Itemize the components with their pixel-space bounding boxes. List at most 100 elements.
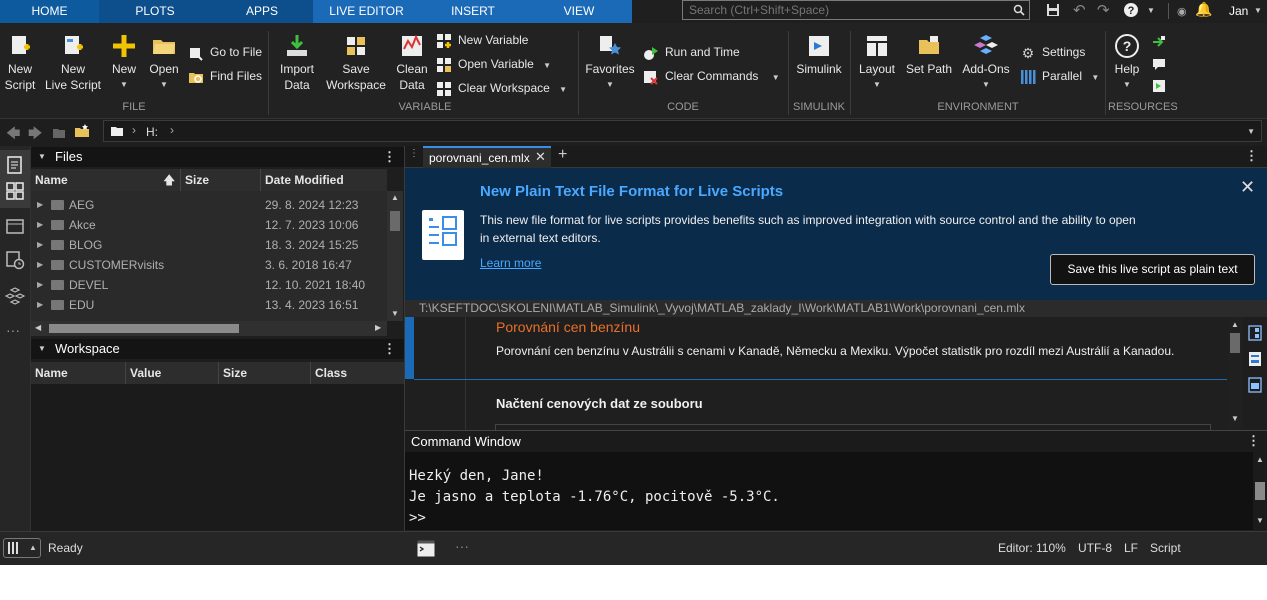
up-folder-icon[interactable] [52,125,66,139]
command-window-header[interactable]: Command Window ⋮ [405,430,1267,452]
scrollbar-thumb[interactable] [390,211,400,231]
expand-arrow-icon[interactable]: ▶ [37,295,43,315]
section-title[interactable]: Porovnání cen benzínu [496,319,640,335]
section-heading-load-data[interactable]: Načtení cenových dat ze souboru [496,396,703,411]
editor-zoom-status[interactable]: Editor: 110% [998,541,1066,555]
files-panel-menu-icon[interactable]: ⋮ [383,147,396,167]
open-variable-button[interactable]: Open Variable ▼ [436,55,551,73]
layout-button[interactable]: Layout ▼ [856,33,898,93]
user-name[interactable]: Jan [1229,4,1248,18]
tab-plots[interactable]: PLOTS [99,0,211,23]
user-menu-chevron-down-icon[interactable]: ▼ [1254,6,1262,15]
community-icon[interactable]: ◉ [1177,5,1187,18]
files-horizontal-scrollbar[interactable]: ◀ ▶ [31,321,387,336]
column-size[interactable]: Size [181,169,261,191]
search-icon[interactable] [1013,4,1025,16]
editor-tab[interactable]: porovnani_cen.mlx ✕ [423,146,551,168]
address-field[interactable]: › H: › ▼ [103,120,1262,142]
add-ons-cubes-icon[interactable] [5,286,25,306]
close-tab-icon[interactable]: ✕ [535,149,546,165]
simulink-button[interactable]: Simulink [794,33,844,77]
workspace-panel-header[interactable]: ▼ Workspace ⋮ [31,339,405,359]
panel-toggle-button[interactable]: ▲ [3,538,41,558]
column-class[interactable]: Class [311,362,405,384]
scroll-down-arrow-icon[interactable]: ▼ [1231,414,1239,423]
command-prompt[interactable]: >> [409,510,426,526]
request-support-icon[interactable] [1152,58,1166,70]
column-name[interactable]: Name [31,362,126,384]
editor-panel-collapse-icon[interactable]: ⋮ [409,148,419,159]
expand-arrow-icon[interactable]: ▶ [37,275,43,295]
line-ending-status[interactable]: LF [1124,541,1138,555]
expand-arrow-icon[interactable]: ▶ [37,195,43,215]
file-row[interactable]: ▶ AEG 29. 8. 2024 12:23 [31,195,387,215]
history-icon[interactable] [5,250,25,270]
expand-arrow-icon[interactable]: ▶ [37,255,43,275]
command-window[interactable]: Hezký den, Jane! Je jasno a teplota -1.7… [405,452,1255,530]
clean-data-button[interactable]: Clean Data [393,33,431,93]
save-as-plain-text-button[interactable]: Save this live script as plain text [1050,254,1255,285]
editor-menu-icon[interactable]: ⋮ [1245,148,1258,164]
add-ons-button[interactable]: Add-Ons ▼ [960,33,1012,93]
settings-button[interactable]: ⚙ Settings [1020,43,1086,61]
scroll-right-arrow-icon[interactable]: ▶ [375,323,381,332]
help-icon[interactable]: ? [1123,2,1139,18]
command-window-scrollbar[interactable]: ▲ ▼ [1253,452,1267,530]
files-collapse-chevron-icon[interactable]: ▼ [38,147,46,167]
parallel-button[interactable]: Parallel ▼ [1020,67,1099,85]
tab-live-editor[interactable]: LIVE EDITOR [313,0,420,23]
breadcrumb-drive[interactable]: H: [146,125,158,139]
file-row[interactable]: ▶ EDU 13. 4. 2023 16:51 [31,295,387,315]
save-icon[interactable] [1046,3,1060,17]
workspace-panel-icon[interactable] [5,181,25,201]
file-type-status[interactable]: Script [1150,541,1181,555]
section-text[interactable]: Porovnání cen benzínu v Austrálii s cena… [496,344,1174,358]
files-panel-header[interactable]: ▼ Files ⋮ [31,147,405,167]
help-button[interactable]: ? Help ▼ [1110,33,1144,93]
new-variable-button[interactable]: New Variable [436,31,528,49]
column-value[interactable]: Value [126,362,219,384]
column-date-modified[interactable]: Date Modified [261,169,387,191]
set-path-button[interactable]: Set Path [904,33,954,77]
encoding-status[interactable]: UTF-8 [1078,541,1112,555]
address-history-chevron-down-icon[interactable]: ▼ [1247,127,1255,136]
command-window-icon[interactable] [417,540,435,557]
community-share-icon[interactable] [1152,34,1166,48]
scrollbar-thumb[interactable] [1230,333,1240,353]
help-menu-chevron-down-icon[interactable]: ▼ [1147,6,1155,15]
output-inline-icon[interactable] [1248,351,1262,367]
search-input[interactable] [682,0,1030,20]
command-window-menu-icon[interactable]: ⋮ [1247,433,1260,449]
file-row[interactable]: ▶ CUSTOMERvisits 3. 6. 2018 16:47 [31,255,387,275]
files-vertical-scrollbar[interactable]: ▲ ▼ [387,191,403,321]
status-more-icon[interactable]: ··· [455,538,469,554]
save-workspace-button[interactable]: Save Workspace [324,33,388,93]
scroll-left-arrow-icon[interactable]: ◀ [35,323,41,332]
live-script-editor[interactable]: Porovnání cen benzínu Porovnání cen benz… [405,317,1227,430]
browse-folder-icon[interactable] [74,123,90,139]
file-row[interactable]: ▶ Akce 12. 7. 2023 10:06 [31,215,387,235]
learn-more-link[interactable]: Learn more [480,256,541,270]
workspace-collapse-chevron-icon[interactable]: ▼ [38,339,46,359]
tab-home[interactable]: HOME [0,0,99,23]
run-and-time-button[interactable]: Run and Time [643,43,740,61]
find-files-button[interactable]: Find Files [188,67,262,85]
scroll-up-arrow-icon[interactable]: ▲ [1256,455,1264,464]
new-tab-plus-icon[interactable]: + [558,146,567,164]
forward-arrow-icon[interactable]: 🡆 [28,123,42,147]
output-right-icon[interactable] [1248,325,1262,341]
new-script-button[interactable]: New Script [2,33,38,93]
column-size[interactable]: Size [219,362,311,384]
sort-ascending-icon[interactable]: 🡅 [159,169,175,191]
back-arrow-icon[interactable]: 🡄 [6,123,20,147]
undo-icon[interactable]: ↶ [1073,1,1086,19]
scroll-up-arrow-icon[interactable]: ▲ [1231,320,1239,329]
scroll-down-arrow-icon[interactable]: ▼ [1256,516,1264,525]
expand-arrow-icon[interactable]: ▶ [37,235,43,255]
notifications-bell-icon[interactable]: 🔔 [1195,1,1212,18]
learn-matlab-icon[interactable] [1152,79,1166,93]
clear-workspace-button[interactable]: Clear Workspace ▼ [436,79,567,97]
scroll-up-arrow-icon[interactable]: ▲ [391,193,399,202]
workspace-panel-menu-icon[interactable]: ⋮ [383,339,396,359]
scrollbar-thumb[interactable] [1255,482,1265,500]
